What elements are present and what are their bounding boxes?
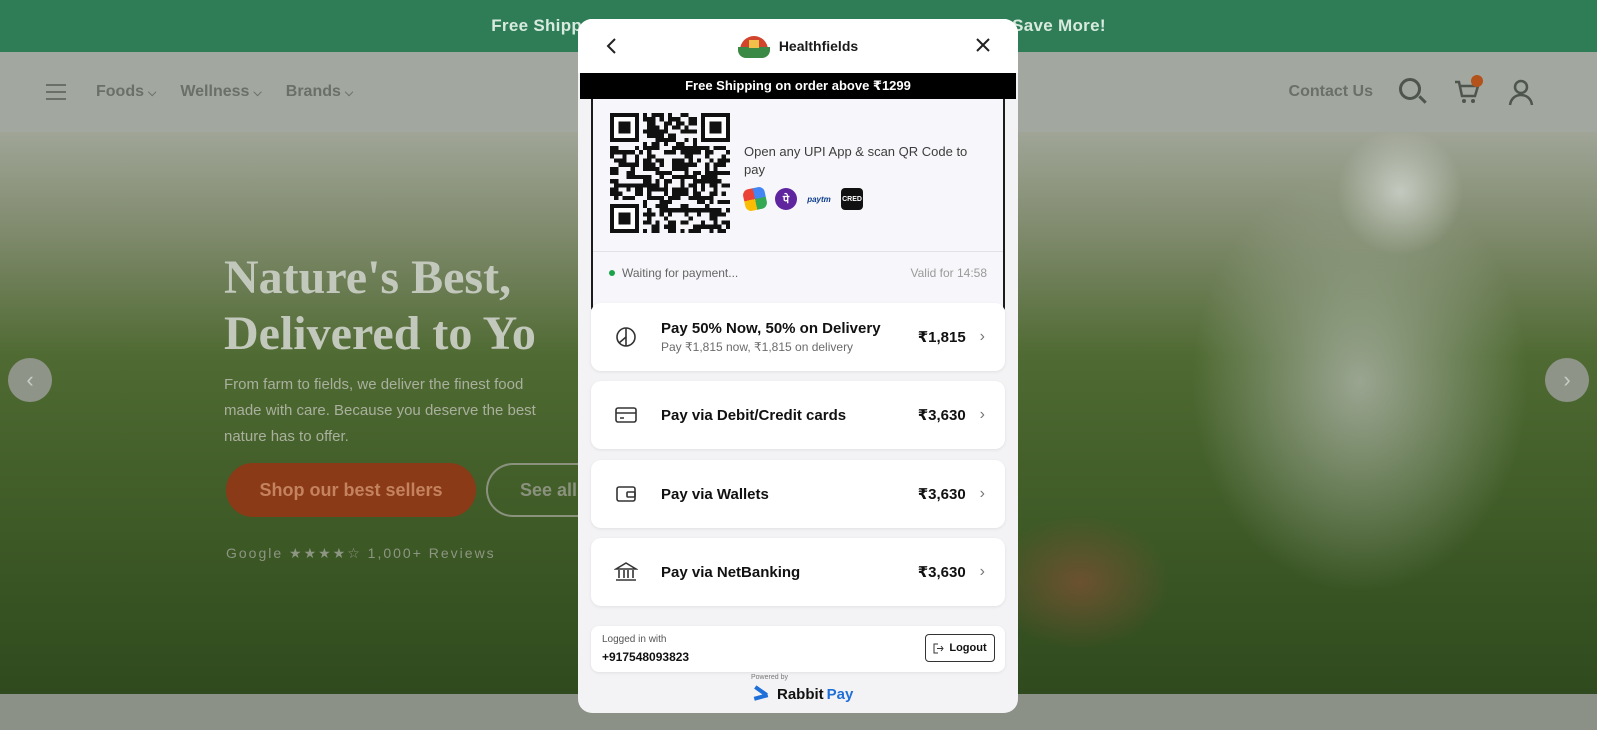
option-title: Pay 50% Now, 50% on Delivery [661,320,881,337]
half-circle-icon [591,326,661,348]
cart-count-badge [1471,75,1483,87]
paytm-icon: paytm [807,194,831,204]
option-title: Pay via Wallets [661,485,769,503]
carousel-next-icon[interactable]: › [1545,358,1589,402]
menu-icon[interactable] [46,84,66,100]
credit-card-icon [591,405,661,425]
option-title: Pay via NetBanking [661,563,801,581]
chevron-right-icon: › [979,328,985,345]
phonepe-icon: पे [775,188,797,210]
account-icon[interactable] [1507,78,1535,106]
cred-icon: CRED [841,188,863,210]
option-price: ₹3,630 [917,486,966,503]
rabbitpay-logo: Rabbit Pay [752,684,853,704]
rabbitpay-mark-icon [752,687,774,701]
login-label: Logged in with [602,634,667,645]
rating-row: Google ★★★★☆ 1,000+ Reviews [226,545,496,561]
merchant-name: Healthfields [778,38,859,54]
modal-header: Healthfields [578,19,1018,73]
nav-item-brands[interactable]: Brands ⌵ [286,83,353,101]
hero-description: From farm to fields, we deliver the fine… [224,376,536,445]
wallet-icon [591,484,661,504]
search-icon[interactable] [1399,78,1427,106]
qr-instruction: Open any UPI App & scan QR Code to pay [744,144,968,177]
cart-icon[interactable] [1453,75,1483,106]
announcement-text-left: Free Shipp [491,16,583,35]
merchant-brand: Healthfields [737,34,859,58]
option-price: ₹3,630 [917,407,966,424]
option-wallets[interactable]: Pay via Wallets ₹3,630 › [591,460,1005,528]
close-icon[interactable] [972,34,994,56]
option-netbanking[interactable]: Pay via NetBanking ₹3,630 › [591,538,1005,606]
login-phone: +917548093823 [602,650,690,664]
option-title: Pay via Debit/Credit cards [661,406,847,424]
announcement-text-right: Save More! [1012,16,1106,35]
qr-validity-timer: Valid for 14:58 [910,265,988,280]
option-price: ₹3,630 [917,564,966,581]
gpay-icon [741,185,769,213]
option-cards[interactable]: Pay via Debit/Credit cards ₹3,630 › [591,381,1005,449]
nav-item-foods[interactable]: Foods ⌵ [96,83,156,101]
upi-qr-card: Open any UPI App & scan QR Code to pay प… [591,99,1005,315]
option-partial-payment[interactable]: Pay 50% Now, 50% on Delivery Pay ₹1,815 … [591,303,1005,371]
powered-by-label: Powered by [751,674,788,681]
shop-best-sellers-button[interactable]: Shop our best sellers [226,463,476,517]
login-info-card: Logged in with +917548093823 Logout [591,626,1005,672]
upi-qr-code [610,113,730,233]
back-icon[interactable] [602,36,622,56]
chevron-right-icon: › [979,563,985,580]
payment-modal: Healthfields Free Shipping on order abov… [578,19,1018,713]
qr-status-bar: Waiting for payment... Valid for 14:58 [593,251,1003,293]
status-dot-icon [609,269,615,276]
option-subtitle: Pay ₹1,815 now, ₹1,815 on delivery [661,340,854,354]
logout-icon [933,643,944,653]
header-actions: Contact Us [1289,52,1535,132]
carousel-prev-icon[interactable]: ‹ [8,358,52,402]
payment-status: Waiting for payment... [622,265,739,280]
chevron-right-icon: › [979,485,985,502]
nav-item-wellness[interactable]: Wellness ⌵ [180,83,261,101]
main-nav: Foods ⌵ Wellness ⌵ Brands ⌵ [46,52,353,132]
hero-title: Nature's Best, Delivered to Yo [224,251,536,360]
shipping-banner: Free Shipping on order above ₹1299 [580,73,1016,99]
upi-app-icons: पे paytm CRED [741,185,863,213]
merchant-logo [737,34,770,58]
chevron-right-icon: › [979,406,985,423]
bank-icon [591,561,661,583]
see-all-button[interactable]: See all [486,463,586,517]
option-price: ₹1,815 [917,329,966,346]
contact-link[interactable]: Contact Us [1289,83,1373,101]
logout-button[interactable]: Logout [925,634,995,662]
